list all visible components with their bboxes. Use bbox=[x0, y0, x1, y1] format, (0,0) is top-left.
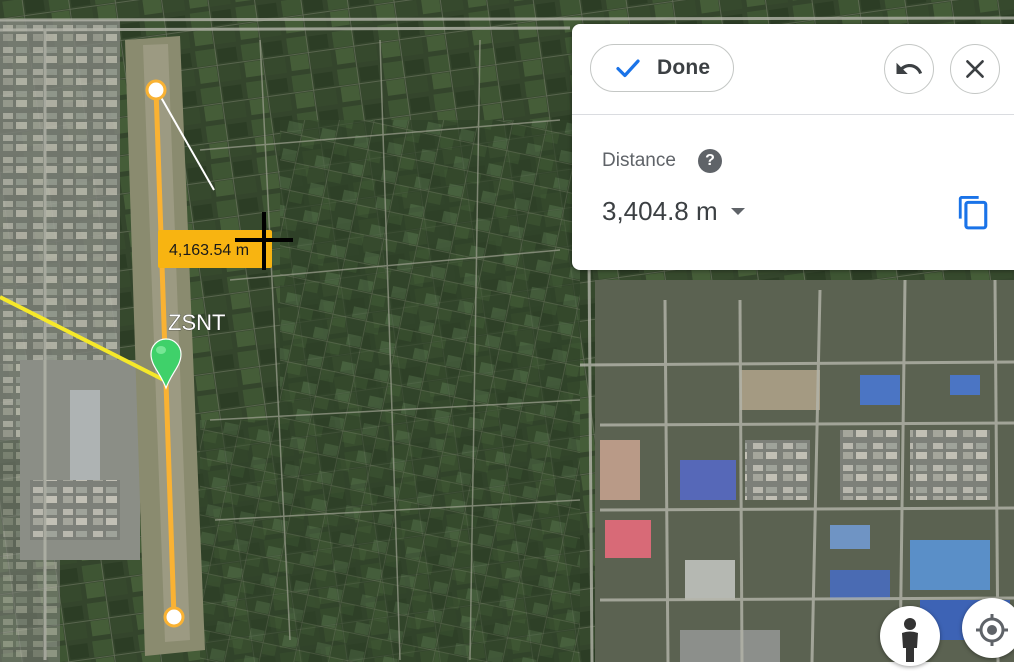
copy-icon[interactable] bbox=[956, 194, 990, 232]
my-location-button[interactable] bbox=[962, 598, 1014, 658]
done-label: Done bbox=[657, 56, 711, 79]
help-icon[interactable]: ? bbox=[698, 149, 722, 173]
undo-icon bbox=[896, 62, 923, 74]
done-button[interactable]: Done bbox=[590, 44, 734, 92]
distance-value: 3,404.8 m bbox=[602, 196, 718, 226]
chevron-down-icon[interactable] bbox=[731, 208, 745, 215]
close-icon bbox=[966, 60, 984, 78]
pegman-icon bbox=[902, 618, 918, 662]
panel-toolbar: Done bbox=[572, 24, 1014, 115]
distance-label: Distance bbox=[602, 150, 676, 171]
street-view-button[interactable] bbox=[880, 606, 940, 666]
undo-button[interactable] bbox=[884, 44, 934, 94]
measure-distance-panel: Done Distance ? 3,404.8 m bbox=[572, 24, 1014, 270]
place-label: ZSNT bbox=[168, 310, 225, 335]
close-button[interactable] bbox=[950, 44, 1000, 94]
measure-start-point bbox=[145, 79, 167, 101]
check-icon bbox=[616, 59, 640, 78]
measurement-label: 4,163.54 m bbox=[169, 242, 249, 259]
measure-end-point bbox=[163, 606, 185, 628]
my-location-icon bbox=[976, 614, 1008, 646]
